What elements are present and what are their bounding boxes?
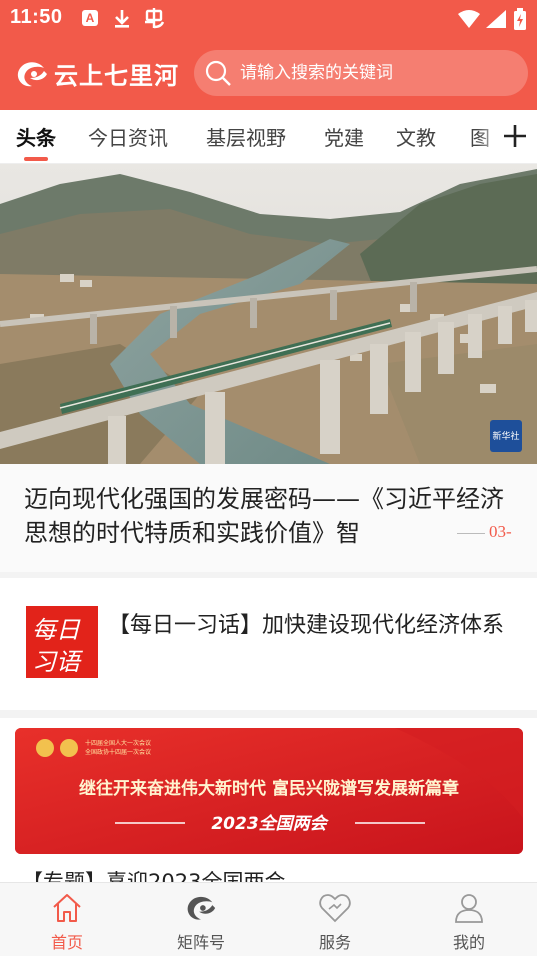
category-tabs: 头条 今日资讯 基层视野 党建 文教 图 (0, 110, 537, 164)
cppcc-emblem-icon (60, 739, 78, 757)
divider (0, 710, 537, 718)
banner-graphic: 十四届全国人大一次会议 全国政协十四届一次会议 继往开来奋进伟大新时代 富民兴陇… (15, 728, 523, 854)
svg-text:十四届全国人大一次会议: 十四届全国人大一次会议 (85, 739, 151, 747)
app-name: 云上七里河 (54, 62, 179, 90)
tab-culture-education[interactable]: 文教 (396, 122, 436, 151)
add-tab-button[interactable] (499, 120, 531, 152)
active-tab-indicator (24, 157, 48, 161)
hero-title-fade (380, 518, 455, 552)
svg-text:2023全国两会: 2023全国两会 (211, 814, 329, 834)
status-bar: 11:50 A (0, 0, 537, 38)
header: 11:50 A 云上七里河 (0, 0, 537, 110)
svg-text:继往开来奋进伟大新时代 富民兴陇谱写发展新篇章: 继往开来奋进伟大新时代 富民兴陇谱写发展新篇章 (79, 778, 459, 799)
nav-services[interactable]: 服务 (268, 883, 402, 956)
heart-icon (319, 894, 351, 923)
plus-icon (504, 125, 526, 147)
battery-icon (513, 8, 527, 30)
download-icon (113, 8, 131, 30)
nav-label: 首页 (50, 933, 83, 952)
tab-grassroots[interactable]: 基层视野 (206, 122, 286, 151)
svg-text:全国政协十四届一次会议: 全国政协十四届一次会议 (85, 748, 151, 756)
search-bar[interactable] (194, 50, 528, 96)
svg-text:每日: 每日 (32, 616, 81, 644)
national-emblem-icon (36, 739, 54, 757)
tab-headlines[interactable]: 头条 (16, 122, 56, 151)
nav-label: 矩阵号 (176, 933, 225, 952)
bug-icon (143, 8, 167, 30)
article-title[interactable]: 【每日一习话】加快建设现代化经济体系 (108, 610, 518, 641)
bottom-navigation: 首页 矩阵号 服务 我的 (0, 882, 537, 956)
nav-profile[interactable]: 我的 (402, 883, 536, 956)
tab-party-building[interactable]: 党建 (324, 122, 364, 151)
nav-home[interactable]: 首页 (0, 883, 134, 956)
app-bar: 云上七里河 (0, 42, 537, 106)
home-icon (53, 894, 81, 922)
two-sessions-banner[interactable]: 十四届全国人大一次会议 全国政协十四届一次会议 继往开来奋进伟大新时代 富民兴陇… (15, 728, 523, 854)
search-input[interactable] (240, 63, 510, 83)
tab-today-news[interactable]: 今日资讯 (88, 122, 168, 151)
nav-label: 我的 (452, 933, 485, 952)
railway-bridge-photo: 新华社 (0, 164, 537, 464)
hero-date: 03- (455, 522, 512, 542)
daily-quote-calligraphy-icon: 每日 习语 (26, 606, 98, 678)
notification-a-icon: A (82, 10, 98, 26)
app-logo[interactable]: 云上七里河 (14, 56, 179, 91)
matrix-logo-icon (187, 896, 216, 920)
search-icon (205, 60, 231, 86)
signal-icon (486, 8, 506, 30)
nav-label: 服务 (318, 933, 351, 952)
hero-image[interactable]: 新华社 (0, 164, 537, 464)
status-time: 11:50 (10, 6, 63, 28)
nav-matrix[interactable]: 矩阵号 (134, 883, 268, 956)
cloud-logo-icon (17, 61, 47, 86)
daily-quote-thumbnail[interactable]: 每日 习语 (26, 606, 98, 678)
svg-text:习语: 习语 (32, 648, 83, 676)
user-icon (455, 894, 483, 923)
xinhua-watermark: 新华社 (492, 430, 519, 442)
wifi-icon (458, 8, 480, 30)
